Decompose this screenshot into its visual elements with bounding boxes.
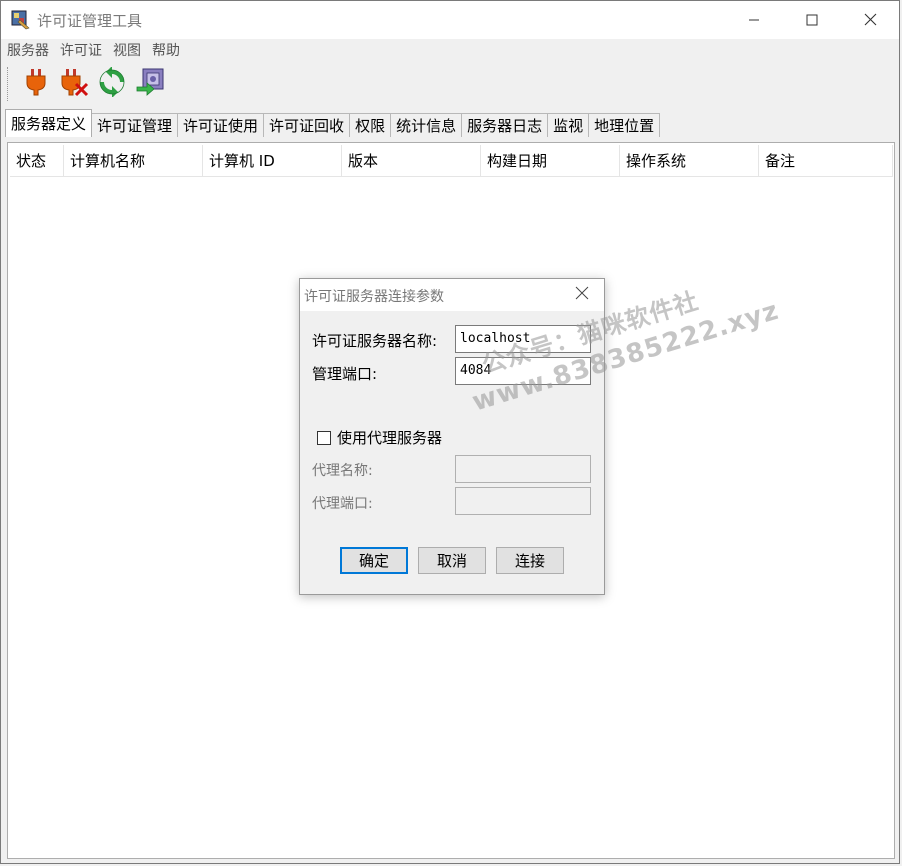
connect-dialog-button[interactable]: 连接 (496, 547, 564, 574)
dialog-title: 许可证服务器连接参数 (304, 289, 444, 305)
port-label: 管理端口: (312, 365, 378, 383)
refresh-button[interactable] (97, 66, 127, 101)
table-header: 状态 计算机名称 计算机 ID 版本 构建日期 操作系统 备注 (10, 145, 893, 177)
column-header-build-date[interactable]: 构建日期 (481, 145, 620, 177)
close-icon (575, 286, 589, 304)
export-button[interactable] (135, 67, 165, 101)
window-title: 许可证管理工具 (37, 12, 143, 30)
tab-license-recycle[interactable]: 许可证回收 (263, 113, 351, 137)
column-header-version[interactable]: 版本 (342, 145, 481, 177)
disconnect-plug-icon (59, 67, 89, 101)
tab-server-definition[interactable]: 服务器定义 (5, 109, 93, 137)
tab-license-usage[interactable]: 许可证使用 (177, 113, 265, 137)
tab-strip: 服务器定义 许可证管理 许可证使用 许可证回收 权限 统计信息 服务器日志 监视… (5, 109, 895, 137)
maximize-icon (806, 11, 818, 30)
use-proxy-row[interactable]: 使用代理服务器 (317, 427, 442, 448)
tab-geolocation[interactable]: 地理位置 (588, 113, 661, 137)
server-name-input[interactable]: localhost (455, 325, 591, 353)
ok-button[interactable]: 确定 (340, 547, 408, 574)
column-header-computer-name[interactable]: 计算机名称 (64, 145, 203, 177)
close-button[interactable] (841, 1, 899, 39)
port-input[interactable]: 4084 (455, 357, 591, 385)
cancel-button[interactable]: 取消 (418, 547, 486, 574)
use-proxy-label: 使用代理服务器 (337, 429, 443, 447)
menu-server[interactable]: 服务器 (2, 39, 54, 63)
proxy-port-label: 代理端口: (312, 496, 373, 512)
connect-button[interactable] (21, 69, 51, 99)
main-window: 许可证管理工具 服务器 许可证 视图 帮助 服务器定义 许可证管理 许可证使用 … (0, 0, 900, 864)
app-icon (11, 10, 31, 30)
server-name-label: 许可证服务器名称: (312, 332, 438, 350)
close-icon (864, 11, 877, 30)
use-proxy-checkbox[interactable] (317, 430, 331, 445)
dialog-title-bar: 许可证服务器连接参数 (300, 279, 604, 311)
title-bar: 许可证管理工具 (1, 1, 899, 39)
refresh-icon (97, 66, 127, 101)
proxy-name-input[interactable] (455, 455, 591, 483)
connection-dialog: 许可证服务器连接参数 许可证服务器名称: localhost 管理端口: 408… (299, 278, 605, 595)
column-header-status[interactable]: 状态 (10, 145, 64, 177)
proxy-port-input[interactable] (455, 487, 591, 515)
tab-monitor[interactable]: 监视 (547, 113, 590, 137)
toolbar-grip[interactable] (7, 67, 11, 101)
minimize-icon (748, 11, 760, 30)
disconnect-button[interactable] (59, 69, 89, 99)
column-header-os[interactable]: 操作系统 (620, 145, 759, 177)
menu-view[interactable]: 视图 (108, 39, 146, 63)
menu-license[interactable]: 许可证 (55, 39, 107, 63)
minimize-button[interactable] (725, 1, 783, 39)
proxy-name-label: 代理名称: (312, 463, 373, 479)
column-header-notes[interactable]: 备注 (759, 145, 893, 177)
menu-help[interactable]: 帮助 (147, 39, 185, 63)
tab-server-log[interactable]: 服务器日志 (461, 113, 549, 137)
tab-statistics[interactable]: 统计信息 (390, 113, 463, 137)
maximize-button[interactable] (783, 1, 841, 39)
column-header-computer-id[interactable]: 计算机 ID (203, 145, 342, 177)
menu-bar: 服务器 许可证 视图 帮助 (1, 39, 899, 63)
connect-plug-icon (23, 67, 49, 101)
tab-permissions[interactable]: 权限 (349, 113, 392, 137)
toolbar (1, 63, 899, 105)
tab-license-management[interactable]: 许可证管理 (91, 113, 179, 137)
dialog-close-button[interactable] (570, 283, 594, 307)
export-icon (135, 67, 165, 101)
